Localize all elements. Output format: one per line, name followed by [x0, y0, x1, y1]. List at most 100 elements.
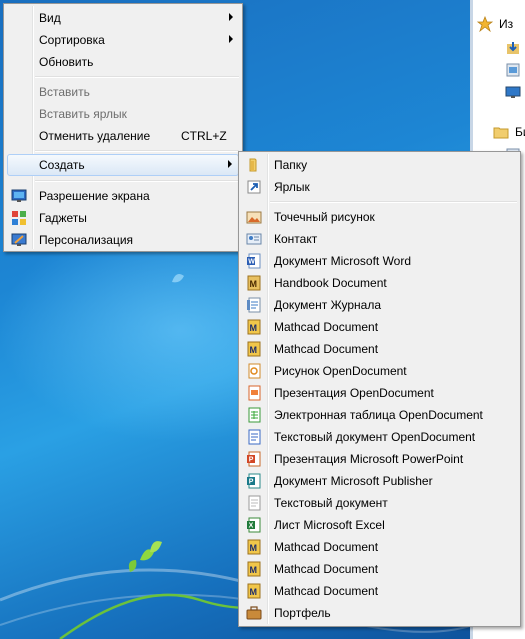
submenu-item-powerpoint[interactable]: P Презентация Microsoft PowerPoint: [242, 448, 517, 470]
nav-item-libraries[interactable]: Би: [471, 122, 525, 142]
menu-item-view[interactable]: Вид: [7, 7, 239, 29]
submenu-item-mathcad[interactable]: M Mathcad Document: [242, 536, 517, 558]
submenu-item-mathcad[interactable]: M Mathcad Document: [242, 316, 517, 338]
gadgets-icon: [12, 211, 26, 225]
svg-text:X: X: [249, 523, 254, 530]
menu-item-label: Mathcad Document: [274, 342, 379, 356]
menu-item-label: Вставить ярлык: [39, 107, 127, 121]
submenu-item-mathcad[interactable]: M Mathcad Document: [242, 558, 517, 580]
menu-item-label: Handbook Document: [274, 276, 387, 290]
menu-item-label: Документ Microsoft Publisher: [274, 474, 433, 488]
menu-separator: [35, 180, 239, 182]
submenu-item-word[interactable]: W Документ Microsoft Word: [242, 250, 517, 272]
favorites-star-icon: [477, 16, 493, 32]
svg-text:M: M: [250, 279, 258, 289]
menu-item-paste-shortcut[interactable]: Вставить ярлык: [7, 103, 239, 125]
submenu-item-text-document[interactable]: Текстовый документ: [242, 492, 517, 514]
mathcad-icon: M: [247, 341, 261, 357]
menu-separator: [35, 76, 239, 78]
submenu-item-shortcut[interactable]: Ярлык: [242, 176, 517, 198]
menu-item-label: Отменить удаление: [39, 129, 151, 143]
submenu-item-briefcase[interactable]: Портфель: [242, 602, 517, 624]
opendocument-spreadsheet-icon: [248, 407, 261, 423]
desktop-icon: [505, 86, 521, 98]
svg-text:M: M: [250, 543, 258, 553]
menu-separator: [35, 150, 239, 152]
nav-item-favorites[interactable]: Из: [471, 14, 525, 34]
submenu-item-journal[interactable]: Документ Журнала: [242, 294, 517, 316]
powerpoint-icon: P: [247, 451, 261, 467]
menu-item-label: Вид: [39, 11, 61, 25]
menu-item-label: Точечный рисунок: [274, 210, 375, 224]
submenu-item-opendocument-drawing[interactable]: Рисунок OpenDocument: [242, 360, 517, 382]
mathcad-icon: M: [247, 539, 261, 555]
nav-item-desktop[interactable]: [471, 82, 525, 102]
downloads-icon: [507, 42, 519, 54]
screen-resolution-icon: [11, 189, 27, 202]
new-submenu: Папку Ярлык Точечный рисунок Контакт W Д…: [238, 151, 521, 627]
svg-text:M: M: [250, 345, 258, 355]
menu-item-undo-delete[interactable]: Отменить удаление CTRL+Z: [7, 125, 239, 147]
submenu-arrow-icon: [229, 13, 233, 21]
nav-item-label: Из: [499, 17, 514, 31]
submenu-item-mathcad[interactable]: M Mathcad Document: [242, 338, 517, 360]
svg-text:P: P: [249, 479, 254, 486]
nav-item-recent-places[interactable]: [471, 60, 525, 80]
menu-item-label: Персонализация: [39, 233, 134, 247]
menu-item-label: Текстовый документ: [274, 496, 388, 510]
text-document-icon: [248, 495, 261, 511]
journal-icon: [247, 297, 261, 313]
personalization-icon: [11, 233, 27, 246]
submenu-item-opendocument-presentation[interactable]: Презентация OpenDocument: [242, 382, 517, 404]
desktop-context-menu: Вид Сортировка Обновить Вставить Вставит…: [3, 3, 243, 252]
submenu-item-publisher[interactable]: P Документ Microsoft Publisher: [242, 470, 517, 492]
opendocument-presentation-icon: [248, 385, 261, 401]
svg-text:M: M: [250, 565, 258, 575]
opendocument-text-icon: [248, 429, 261, 445]
submenu-item-handbook[interactable]: M Handbook Document: [242, 272, 517, 294]
menu-item-sort[interactable]: Сортировка: [7, 29, 239, 51]
excel-icon: X: [247, 517, 261, 533]
opendocument-drawing-icon: [248, 363, 261, 379]
menu-item-label: Лист Microsoft Excel: [274, 518, 385, 532]
menu-item-refresh[interactable]: Обновить: [7, 51, 239, 73]
contact-icon: [246, 233, 262, 245]
folder-icon: [249, 158, 257, 172]
submenu-arrow-icon: [229, 35, 233, 43]
menu-item-personalization[interactable]: Персонализация: [7, 229, 239, 251]
menu-item-label: Mathcad Document: [274, 320, 379, 334]
menu-item-label: Электронная таблица OpenDocument: [274, 408, 483, 422]
recent-places-icon: [506, 63, 520, 77]
submenu-item-bitmap[interactable]: Точечный рисунок: [242, 206, 517, 228]
menu-item-label: Рисунок OpenDocument: [274, 364, 407, 378]
svg-text:W: W: [248, 259, 255, 266]
menu-item-screen-resolution[interactable]: Разрешение экрана: [7, 185, 239, 207]
menu-item-label: Разрешение экрана: [39, 189, 150, 203]
submenu-item-mathcad[interactable]: M Mathcad Document: [242, 580, 517, 602]
menu-item-label: Папку: [274, 158, 308, 172]
submenu-item-folder[interactable]: Папку: [242, 154, 517, 176]
submenu-item-contact[interactable]: Контакт: [242, 228, 517, 250]
menu-item-label: Документ Журнала: [274, 298, 382, 312]
menu-item-label: Портфель: [274, 606, 331, 620]
mathcad-icon: M: [247, 319, 261, 335]
publisher-icon: P: [247, 473, 261, 489]
briefcase-icon: [246, 606, 262, 620]
menu-item-gadgets[interactable]: Гаджеты: [7, 207, 239, 229]
menu-item-paste[interactable]: Вставить: [7, 81, 239, 103]
nav-item-downloads[interactable]: [471, 38, 525, 58]
submenu-item-opendocument-text[interactable]: Текстовый документ OpenDocument: [242, 426, 517, 448]
menu-item-new[interactable]: Создать: [7, 154, 239, 176]
word-icon: W: [247, 253, 261, 269]
submenu-item-opendocument-spreadsheet[interactable]: Электронная таблица OpenDocument: [242, 404, 517, 426]
svg-text:M: M: [250, 587, 258, 597]
submenu-arrow-icon: [228, 160, 232, 168]
submenu-item-excel[interactable]: X Лист Microsoft Excel: [242, 514, 517, 536]
handbook-icon: M: [247, 275, 261, 291]
menu-item-label: Обновить: [39, 55, 94, 69]
svg-text:M: M: [250, 323, 258, 333]
nav-item-label: Би: [515, 125, 525, 139]
bitmap-icon: [246, 211, 262, 224]
shortcut-icon: [247, 180, 261, 194]
menu-separator: [270, 201, 517, 203]
